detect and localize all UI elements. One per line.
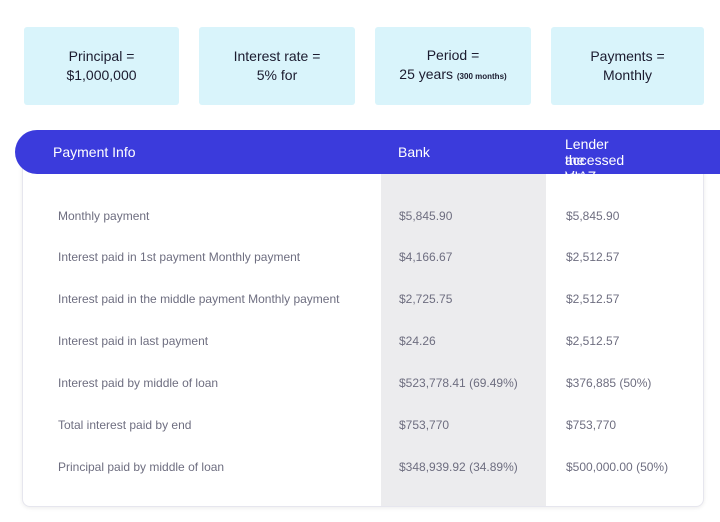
row-label: Interest paid in the middle payment Mont…	[58, 292, 340, 306]
row-label: Monthly payment	[58, 209, 150, 223]
header-payment-info: Payment Info	[53, 144, 136, 160]
table-row: Interest paid in 1st payment Monthly pay…	[23, 248, 703, 268]
bank-value: $348,939.92 (34.89%)	[399, 460, 518, 474]
table-row: Total interest paid by end $753,770 $753…	[23, 416, 703, 436]
principal-card: Principal = $1,000,000	[24, 27, 179, 105]
table-row: Interest paid in the middle payment Mont…	[23, 290, 703, 310]
header-lender-line2: the VIAZ Platform	[565, 152, 618, 200]
header-bank: Bank	[398, 144, 430, 160]
lender-value: $376,885 (50%)	[566, 376, 652, 390]
card-title: Principal =	[68, 48, 135, 64]
table-row: Interest paid by middle of loan $523,778…	[23, 374, 703, 394]
card-value: Monthly	[602, 67, 653, 83]
row-label: Interest paid in last payment	[58, 334, 209, 348]
bank-value: $523,778.41 (69.49%)	[399, 376, 518, 390]
lender-value: $753,770	[566, 418, 617, 432]
lender-value: $500,000.00 (50%)	[566, 460, 669, 474]
lender-value: $2,512.57	[566, 250, 620, 264]
row-label: Interest paid in 1st payment Monthly pay…	[58, 250, 301, 264]
card-value: 5% for	[256, 67, 298, 83]
table-row: Monthly payment $5,845.90 $5,845.90	[23, 207, 703, 227]
table-row: Principal paid by middle of loan $348,93…	[23, 458, 703, 478]
bank-value: $4,166.67	[399, 250, 453, 264]
card-value-note: (300 months)	[456, 72, 507, 81]
card-value: $1,000,000	[66, 67, 137, 83]
row-label: Interest paid by middle of loan	[58, 376, 219, 390]
lender-value: $2,512.57	[566, 292, 620, 306]
payments-card: Payments = Monthly	[551, 27, 704, 105]
period-card: Period = 25 years (300 months)	[375, 27, 531, 105]
card-value: 25 years	[399, 66, 457, 82]
bank-column-background	[381, 138, 546, 506]
card-title: Period =	[426, 47, 480, 63]
bank-value: $24.26	[399, 334, 436, 348]
row-label: Principal paid by middle of loan	[58, 460, 225, 474]
lender-value: $2,512.57	[566, 334, 620, 348]
table-header-bar: Payment Info Bank Lender accessed via the…	[15, 130, 720, 200]
bank-value: $5,845.90	[399, 209, 453, 223]
bank-value: $753,770	[399, 418, 450, 432]
lender-value: $5,845.90	[566, 209, 620, 223]
row-label: Total interest paid by end	[58, 418, 192, 432]
card-value-wrap: 25 years (300 months)	[399, 65, 506, 86]
card-title: Interest rate =	[233, 48, 321, 64]
table-row: Interest paid in last payment $24.26 $2,…	[23, 332, 703, 352]
interest-rate-card: Interest rate = 5% for	[199, 27, 355, 105]
loan-summary-cards: Principal = $1,000,000 Interest rate = 5…	[24, 27, 704, 105]
card-title: Payments =	[590, 48, 665, 64]
bank-value: $2,725.75	[399, 292, 453, 306]
